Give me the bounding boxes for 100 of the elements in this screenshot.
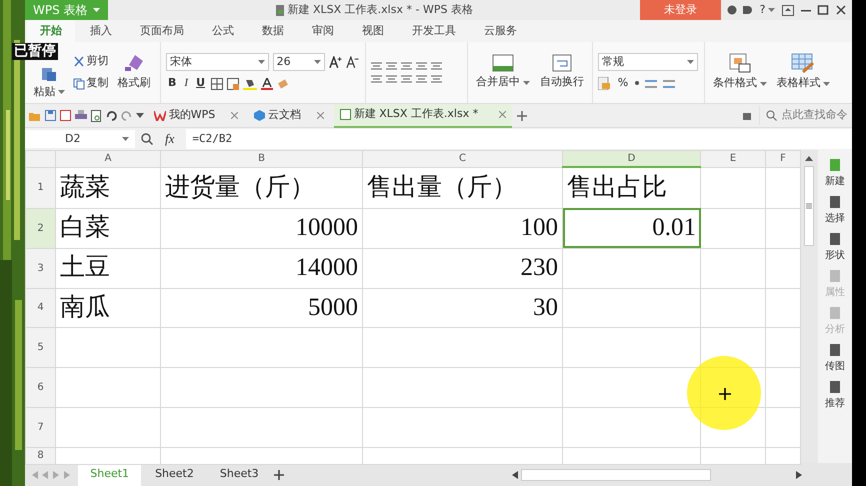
grip-icon	[806, 203, 812, 209]
ribbon-tab[interactable]: 页面布局	[127, 20, 197, 42]
row-header[interactable]: 2	[26, 208, 56, 248]
align-icon[interactable]	[371, 74, 382, 84]
grow-font-icon[interactable]	[328, 56, 342, 68]
underline-button[interactable]: U	[194, 75, 207, 92]
align-icon[interactable]	[401, 62, 412, 70]
align-icon[interactable]	[401, 74, 412, 84]
align-icon[interactable]	[386, 62, 397, 70]
copy-button[interactable]: 复制	[70, 75, 110, 92]
document-tab[interactable]: 我的WPS	[148, 104, 244, 128]
formula-field[interactable]: =C2/B2	[186, 129, 852, 149]
ribbon-tab[interactable]: 公式	[199, 20, 247, 42]
function-button[interactable]: fx	[159, 129, 180, 149]
table-cell: 土豆	[56, 248, 160, 288]
italic-button[interactable]: I	[182, 75, 190, 92]
clipboard-icon[interactable]	[41, 67, 57, 81]
conditional-format-button[interactable]: 条件格式	[710, 53, 770, 92]
wrap-icon	[552, 54, 572, 72]
row-header[interactable]: 3	[26, 248, 56, 288]
vertical-scrollbar[interactable]	[800, 150, 818, 463]
column-header[interactable]: C	[362, 150, 562, 167]
document-tab[interactable]: 云文档	[248, 104, 330, 128]
merge-center-button[interactable]: 合并居中	[473, 54, 533, 91]
table-cell: 10000	[160, 208, 362, 248]
font-size-select[interactable]: 26	[272, 53, 325, 72]
column-header[interactable]: A	[56, 150, 160, 167]
column-header[interactable]: E	[700, 150, 766, 167]
font-color-icon[interactable]	[261, 78, 273, 90]
align-icon[interactable]	[431, 62, 442, 70]
cell-style-icon[interactable]	[227, 78, 239, 90]
decrease-decimal-icon[interactable]	[662, 78, 676, 90]
percent-button[interactable]: %	[616, 75, 630, 92]
table-cell: 进货量（斤）	[160, 167, 362, 208]
scroll-right-icon[interactable]	[796, 470, 802, 478]
caret-icon	[823, 82, 830, 86]
number-format-select[interactable]: 常规	[598, 53, 698, 72]
align-icon[interactable]	[371, 62, 382, 70]
ribbon-tab[interactable]: 插入	[77, 20, 125, 42]
side-panel-button[interactable]: 推荐	[825, 380, 845, 411]
row-header[interactable]: 8	[26, 447, 56, 464]
format-painter-button[interactable]: 格式刷	[114, 53, 154, 92]
maximize-icon[interactable]	[817, 5, 829, 15]
fill-color-icon[interactable]	[243, 78, 257, 90]
cube-icon	[254, 110, 266, 121]
zoom-icon[interactable]	[141, 133, 153, 145]
sheet-tab[interactable]: Sheet3	[208, 463, 271, 486]
paste-button[interactable]: 粘贴	[32, 84, 66, 100]
ribbon-tab[interactable]: 开发工具	[399, 20, 469, 42]
help-button[interactable]: ?	[758, 2, 776, 18]
column-header[interactable]: D	[562, 150, 700, 167]
column-header[interactable]: F	[766, 150, 800, 167]
save-icon[interactable]	[45, 110, 56, 121]
close-icon[interactable]	[834, 5, 846, 15]
side-panel-button[interactable]: 形状	[825, 232, 845, 263]
scroll-up-icon[interactable]	[805, 156, 813, 162]
align-icon[interactable]	[386, 74, 397, 84]
document-tab[interactable]: 新建 XLSX 工作表.xlsx *	[334, 104, 512, 128]
export-pdf-icon[interactable]	[60, 110, 71, 121]
row-header[interactable]: 5	[26, 327, 56, 367]
scroll-thumb[interactable]	[520, 468, 710, 480]
undo-icon[interactable]	[106, 110, 117, 120]
row-header[interactable]: 1	[26, 167, 56, 208]
side-panel-button[interactable]: 传图	[825, 343, 845, 374]
align-icon[interactable]	[416, 62, 427, 70]
caret-icon	[768, 8, 774, 12]
currency-icon[interactable]	[598, 77, 612, 90]
align-icon[interactable]	[416, 74, 427, 84]
add-sheet-icon[interactable]	[272, 468, 285, 480]
row-header[interactable]: 6	[26, 367, 56, 407]
side-panel-button[interactable]: 新建	[825, 158, 845, 189]
borders-icon[interactable]	[211, 78, 223, 90]
ribbon-tab[interactable]: 审阅	[299, 20, 347, 42]
scroll-thumb[interactable]	[804, 166, 814, 246]
new-tab-icon[interactable]	[516, 110, 528, 122]
row-header[interactable]: 4	[26, 288, 56, 327]
bold-button[interactable]: B	[166, 75, 178, 92]
align-icon[interactable]	[431, 74, 442, 84]
scroll-left-icon[interactable]	[512, 470, 518, 478]
cut-button[interactable]: 剪切	[70, 53, 110, 70]
wrap-text-button[interactable]: 自动换行	[536, 54, 587, 91]
column-header[interactable]: B	[160, 150, 362, 167]
ribbon-tab[interactable]: 云服务	[471, 20, 530, 42]
sheet-tab[interactable]: Sheet2	[143, 463, 206, 486]
table-cell: 230	[362, 248, 562, 288]
print-icon[interactable]	[75, 110, 87, 121]
font-select[interactable]: 宋体	[166, 53, 269, 72]
sheet-tab[interactable]: Sheet1	[78, 463, 142, 486]
ribbon-tab[interactable]: 开始	[27, 20, 75, 42]
command-search-field[interactable]: 点此查找命令	[759, 106, 852, 125]
ribbon-tab[interactable]: 数据	[249, 20, 297, 42]
name-box[interactable]: D2	[25, 130, 135, 148]
table-style-button[interactable]: 表格样式	[774, 53, 834, 92]
ribbon-tab[interactable]: 视图	[349, 20, 397, 42]
w-logo-icon	[154, 110, 166, 120]
side-panel-button[interactable]: 选择	[825, 195, 845, 226]
dropdown-icon[interactable]	[136, 112, 144, 118]
preview-icon[interactable]	[91, 110, 102, 122]
row-header[interactable]: 7	[26, 407, 56, 447]
shrink-font-icon[interactable]	[346, 56, 360, 68]
